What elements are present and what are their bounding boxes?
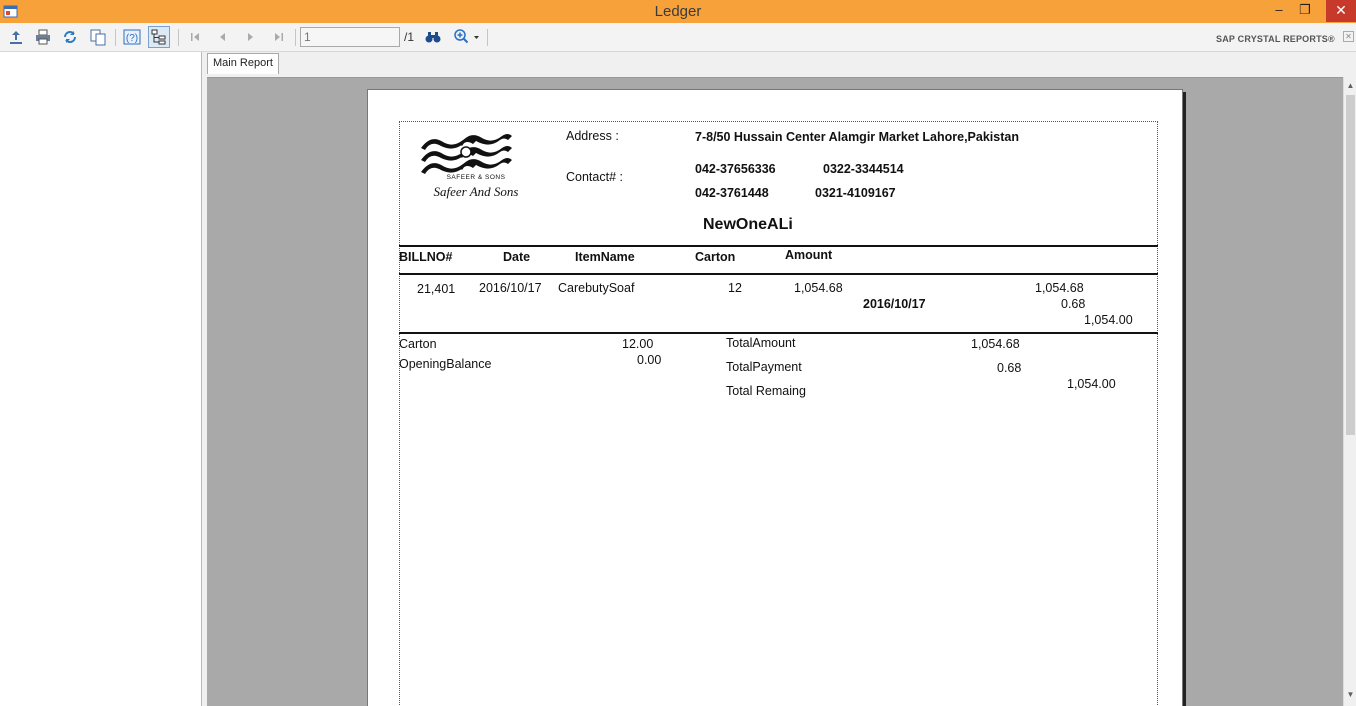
vertical-scrollbar[interactable]: ▲ ▼ [1343, 77, 1356, 706]
summary-opening-value: 0.00 [637, 353, 662, 367]
export-button[interactable] [5, 26, 27, 48]
logo-subtitle: SAFEER & SONS [447, 174, 506, 181]
header-top-rule [399, 245, 1158, 247]
svg-text:(?): (?) [126, 33, 138, 44]
find-button[interactable] [422, 26, 444, 48]
header-bottom-rule [399, 273, 1158, 275]
find-icon [425, 32, 441, 43]
customer-name: NewOneALi [703, 216, 793, 233]
help-button[interactable]: (?) [121, 26, 143, 48]
title-bar: Ledger – ❐ ✕ [0, 0, 1356, 23]
zoom-button[interactable] [452, 26, 482, 48]
tab-main-report[interactable]: Main Report [207, 53, 279, 74]
next-page-icon [248, 33, 253, 41]
column-carton: Carton [695, 250, 736, 264]
row-carton: 12 [728, 281, 742, 295]
column-itemname: ItemName [575, 250, 635, 264]
copy-button[interactable] [87, 26, 109, 48]
group-total-amount: 1,054.68 [1035, 281, 1084, 295]
summary-total-remaining-value: 1,054.00 [1067, 377, 1116, 391]
group-remaining: 1,054.00 [1084, 313, 1133, 327]
scroll-down-icon[interactable]: ▼ [1344, 688, 1356, 702]
summary-carton-value: 12.00 [622, 337, 654, 351]
previous-page-icon [220, 33, 225, 41]
close-button[interactable]: ✕ [1326, 0, 1356, 22]
company-logo: SAFEER & SONS Safeer And Sons [421, 134, 519, 199]
export-icon [10, 31, 22, 44]
group-date: 2016/10/17 [863, 297, 926, 311]
row-billno: 21,401 [417, 282, 456, 296]
contact-phone-3: 042-3761448 [695, 186, 769, 200]
summary-total-amount-value: 1,054.68 [971, 337, 1020, 351]
scroll-up-icon[interactable]: ▲ [1344, 79, 1356, 93]
row-itemname: CarebutySoaf [558, 281, 635, 295]
address-value: 7-8/50 Hussain Center Alamgir Market Lah… [695, 130, 1019, 144]
scroll-thumb[interactable] [1346, 95, 1355, 435]
row-amount: 1,054.68 [794, 281, 843, 295]
summary-total-payment-value: 0.68 [997, 361, 1022, 375]
maximize-button[interactable]: ❐ [1292, 0, 1318, 22]
toolbar-separator [115, 29, 116, 46]
address-label: Address : [566, 129, 619, 143]
summary-total-remaining-label: Total Remaing [726, 384, 806, 398]
contact-phone-4: 0321-4109167 [815, 186, 896, 200]
report-viewer[interactable]: SAFEER & SONS Safeer And Sons Address : … [207, 77, 1343, 706]
page-number-input[interactable]: 1 [300, 27, 400, 47]
print-button[interactable] [32, 26, 54, 48]
window-title: Ledger [654, 3, 702, 20]
report-toolbar: (?) 1 /1 SAP CRYSTAL REPORTS® ✕ [0, 23, 1356, 52]
contact-phone-1: 042-37656336 [695, 162, 776, 176]
toolbar-separator [178, 29, 179, 46]
summary-opening-label: OpeningBalance [399, 357, 492, 371]
report-frame [399, 121, 1158, 706]
summary-total-amount-label: TotalAmount [726, 336, 796, 350]
help-icon: (?) [123, 29, 141, 45]
row-date: 2016/10/17 [479, 281, 542, 295]
refresh-icon [64, 31, 76, 43]
toolbar-separator [487, 29, 488, 46]
logo-script-name: Safeer And Sons [434, 184, 519, 199]
close-tab-icon[interactable]: ✕ [1343, 31, 1354, 42]
contact-label: Contact# : [566, 170, 623, 184]
report-tabstrip: Main Report [203, 52, 1356, 74]
summary-top-rule [399, 332, 1158, 334]
sap-crystal-reports-brand: SAP CRYSTAL REPORTS® [1216, 34, 1335, 44]
copy-icon [90, 29, 106, 46]
first-page-button[interactable] [184, 26, 206, 48]
minimize-button[interactable]: – [1266, 0, 1292, 22]
last-page-icon [275, 33, 283, 41]
page-total: /1 [404, 30, 415, 44]
column-billno: BILLNO# [399, 250, 453, 264]
summary-total-payment-label: TotalPayment [726, 360, 802, 374]
group-payment: 0.68 [1061, 297, 1086, 311]
column-amount: Amount [785, 248, 833, 262]
print-icon [36, 29, 50, 45]
refresh-button[interactable] [59, 26, 81, 48]
toolbar-separator [295, 29, 296, 46]
contact-phone-2: 0322-3344514 [823, 162, 904, 176]
last-page-button[interactable] [268, 26, 290, 48]
page-shadow [1183, 92, 1186, 706]
column-date: Date [503, 250, 531, 264]
summary-carton-label: Carton [399, 337, 437, 351]
report-page: SAFEER & SONS Safeer And Sons Address : … [367, 89, 1183, 706]
group-tree-icon [151, 29, 166, 45]
zoom-icon [454, 29, 479, 44]
next-page-button[interactable] [240, 26, 262, 48]
previous-page-button[interactable] [211, 26, 233, 48]
toggle-group-tree-button[interactable] [148, 26, 170, 48]
group-tree-panel[interactable] [0, 52, 202, 706]
first-page-icon [191, 33, 199, 41]
